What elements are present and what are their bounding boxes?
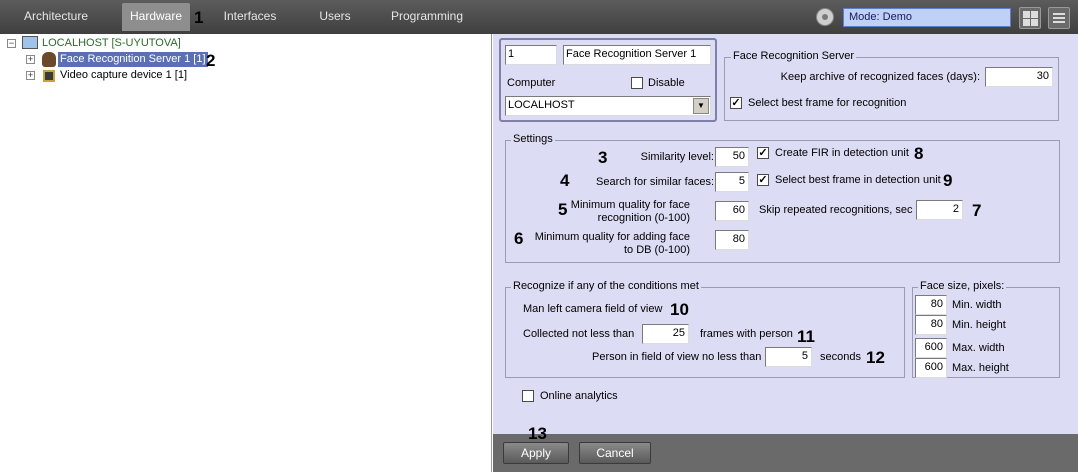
callout-4: 4	[560, 171, 570, 190]
keep-archive-field[interactable]: 30	[985, 67, 1053, 87]
expand-icon[interactable]: +	[26, 55, 35, 64]
best-frame-unit-checkbox[interactable]: ✓	[757, 174, 769, 186]
online-analytics-checkbox[interactable]	[522, 390, 534, 402]
collapse-icon[interactable]: −	[7, 39, 16, 48]
similarity-field[interactable]: 50	[715, 147, 749, 167]
callout-13: 13	[528, 424, 547, 443]
callout-12: 12	[866, 348, 885, 367]
chevron-down-icon[interactable]: ▼	[693, 98, 709, 114]
min-height-field[interactable]: 80	[915, 315, 947, 335]
min-quality-recognition-field[interactable]: 60	[715, 201, 749, 221]
create-fir-label: Create FIR in detection unit	[775, 147, 909, 159]
computer-icon	[22, 36, 38, 49]
tree-item-video-capture-device[interactable]: Video capture device 1 [1]	[60, 69, 187, 81]
tree-root-localhost[interactable]: LOCALHOST [S-UYUTOVA]	[42, 37, 181, 49]
man-left-label[interactable]: Man left camera field of view	[523, 303, 662, 315]
disable-label: Disable	[648, 77, 685, 89]
top-navigation-bar: Architecture Hardware Interfaces Users P…	[0, 0, 1078, 34]
best-frame-checkbox[interactable]: ✓	[730, 97, 742, 109]
frs-group-title: Face Recognition Server	[731, 50, 857, 62]
tab-interfaces[interactable]: Interfaces	[214, 3, 286, 31]
keep-archive-label: Keep archive of recognized faces (days):	[780, 71, 980, 83]
expand-icon[interactable]: +	[26, 71, 35, 80]
tab-architecture[interactable]: Architecture	[14, 3, 98, 31]
collected-frames-field[interactable]: 25	[642, 324, 689, 344]
tab-users[interactable]: Users	[306, 3, 364, 31]
skip-repeated-field[interactable]: 2	[916, 200, 963, 220]
callout-8: 8	[914, 144, 924, 163]
skip-repeated-label: Skip repeated recognitions, sec	[759, 204, 913, 216]
callout-3: 3	[598, 148, 608, 167]
conditions-group-title: Recognize if any of the conditions met	[511, 280, 701, 292]
computer-select-value: LOCALHOST	[508, 99, 575, 111]
hardware-tree: − LOCALHOST [S-UYUTOVA] + Face Recogniti…	[0, 34, 492, 472]
collected-label: Collected not less than	[523, 328, 635, 340]
callout-6: 6	[514, 229, 524, 248]
frames-with-person-label: frames with person	[700, 328, 793, 340]
layout-grid-icon[interactable]	[1019, 7, 1041, 29]
cancel-button[interactable]: Cancel	[579, 442, 651, 464]
min-quality-recognition-label: Minimum quality for face recognition (0-…	[570, 199, 690, 224]
menu-icon[interactable]	[1048, 7, 1070, 29]
apply-button[interactable]: Apply	[503, 442, 569, 464]
max-height-field[interactable]: 600	[915, 358, 947, 378]
min-height-label: Min. height	[952, 319, 1006, 331]
min-quality-db-field[interactable]: 80	[715, 230, 749, 250]
min-quality-db-label: Minimum quality for adding face to DB (0…	[534, 231, 690, 256]
min-width-label: Min. width	[952, 299, 1002, 311]
tree-item-face-recognition-server[interactable]: Face Recognition Server 1 [1]	[58, 52, 208, 67]
object-id-field[interactable]: 1	[505, 45, 557, 65]
online-analytics-label: Online analytics	[540, 390, 618, 402]
tab-hardware[interactable]: Hardware	[122, 3, 190, 31]
computer-select[interactable]: LOCALHOST	[505, 96, 711, 116]
search-similar-field[interactable]: 5	[715, 172, 749, 192]
best-frame-label: Select best frame for recognition	[748, 97, 907, 109]
object-name-field[interactable]: Face Recognition Server 1	[563, 45, 711, 65]
person-in-view-label: Person in field of view no less than	[592, 351, 762, 363]
max-width-field[interactable]: 600	[915, 338, 947, 358]
min-width-field[interactable]: 80	[915, 295, 947, 315]
callout-5: 5	[558, 200, 568, 219]
callout-9: 9	[943, 171, 953, 190]
max-height-label: Max. height	[952, 362, 1009, 374]
mode-indicator[interactable]: Mode: Demo	[843, 8, 1011, 27]
callout-10: 10	[670, 300, 689, 319]
callout-1: 1	[194, 8, 204, 27]
callout-7: 7	[972, 201, 982, 220]
face-size-group-title: Face size, pixels:	[918, 280, 1007, 292]
person-in-view-field[interactable]: 5	[765, 347, 812, 367]
tab-programming[interactable]: Programming	[386, 3, 468, 31]
max-width-label: Max. width	[952, 342, 1005, 354]
callout-11: 11	[797, 327, 815, 346]
chip-icon	[43, 70, 55, 82]
settings-group-title: Settings	[511, 133, 555, 145]
gear-icon[interactable]	[816, 8, 834, 26]
computer-label: Computer	[507, 77, 556, 89]
callout-2: 2	[206, 51, 216, 70]
create-fir-checkbox[interactable]: ✓	[757, 147, 769, 159]
seconds-label: seconds	[820, 351, 861, 363]
face-icon	[42, 52, 56, 67]
best-frame-unit-label: Select best frame in detection unit	[775, 174, 941, 186]
search-similar-label: Search for similar faces:	[596, 176, 714, 188]
disable-checkbox[interactable]	[631, 77, 643, 89]
similarity-label: Similarity level:	[640, 151, 714, 163]
